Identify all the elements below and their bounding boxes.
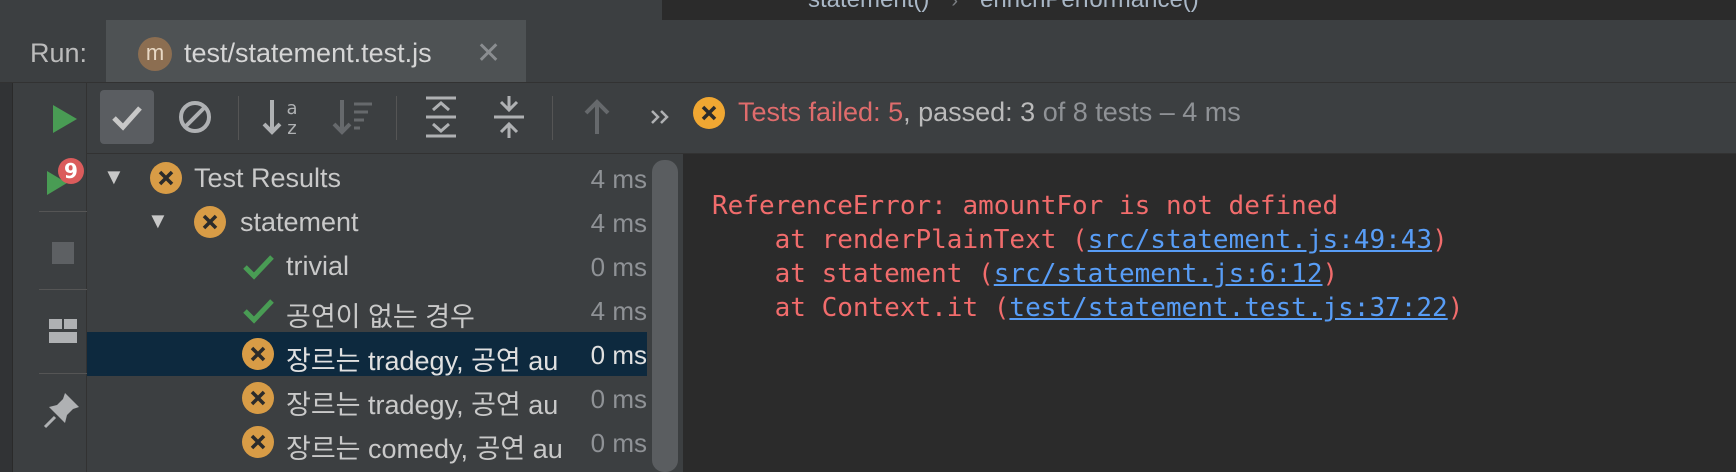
tree-node-test-selected[interactable]: 장르는 tradegy, 공연 au 0 ms <box>87 332 647 376</box>
check-icon <box>241 249 275 283</box>
tree-node-label: 장르는 tradegy, 공연 au <box>286 346 559 376</box>
expand-arrow-icon[interactable]: ▼ <box>147 208 169 234</box>
svg-text:a: a <box>286 98 297 119</box>
test-duration: 0 ms <box>590 428 647 458</box>
failed-icon <box>149 161 183 195</box>
stack-frame: at renderPlainText (src/statement.js:49:… <box>712 225 1448 255</box>
show-passed-icon[interactable] <box>100 90 154 144</box>
breadcrumb-item[interactable]: enrichPerformance() <box>980 0 1199 13</box>
test-duration: 0 ms <box>590 340 647 370</box>
tree-node-test[interactable]: 장르는 tradegy, 공연 au 0 ms <box>87 376 647 420</box>
layout-icon[interactable] <box>43 311 83 351</box>
failed-count: Tests failed: 5 <box>738 97 904 127</box>
tree-node-label: trivial <box>286 251 350 281</box>
chevron-right-icon: › <box>951 0 959 12</box>
run-label: Run: <box>30 38 88 68</box>
source-link[interactable]: test/statement.test.js:37:22 <box>1009 293 1447 323</box>
svg-text:z: z <box>287 118 296 139</box>
tree-node-label: 장르는 comedy, 공연 au <box>286 434 563 464</box>
failed-icon <box>241 425 275 459</box>
breadcrumb-item[interactable]: statement() <box>808 0 929 13</box>
source-link[interactable]: src/statement.js:49:43 <box>1088 225 1432 255</box>
breadcrumb: statement() › enrichPerformance() <box>808 0 1199 14</box>
stop-icon[interactable] <box>43 233 83 273</box>
total-count: of 8 tests – 4 ms <box>1035 97 1241 127</box>
expand-all-icon[interactable] <box>414 90 468 144</box>
run-side-toolbar: 9 <box>13 83 87 472</box>
show-ignored-icon[interactable] <box>168 90 222 144</box>
test-duration: 0 ms <box>590 384 647 414</box>
mocha-icon: m <box>138 37 172 71</box>
tree-node-label: Test Results <box>194 163 342 193</box>
passed-count: , passed: 3 <box>903 97 1036 127</box>
stack-frame: at statement (src/statement.js:6:12) <box>712 259 1339 289</box>
error-message: ReferenceError: amountFor is not defined <box>712 191 1339 221</box>
more-icon[interactable] <box>634 90 688 144</box>
previous-failed-icon[interactable] <box>570 90 624 144</box>
stack-frame: at Context.it (test/statement.test.js:37… <box>712 293 1464 323</box>
test-summary: Tests failed: 5, passed: 3 of 8 tests – … <box>738 97 1241 128</box>
tree-node-test-results[interactable]: ▼ Test Results 4 ms <box>87 156 647 200</box>
window-edge <box>0 83 13 472</box>
tree-node-test[interactable]: 공연이 없는 경우 4 ms <box>87 288 647 332</box>
tree-node-label: 공연이 없는 경우 <box>286 302 475 332</box>
sort-by-duration-icon[interactable] <box>326 90 380 144</box>
failed-icon <box>241 337 275 371</box>
pin-icon[interactable] <box>43 389 83 429</box>
failed-icon <box>241 381 275 415</box>
test-duration: 0 ms <box>590 252 647 282</box>
failed-status-icon <box>692 96 726 130</box>
expand-arrow-icon[interactable]: ▼ <box>103 164 125 190</box>
rerun-failed-icon[interactable]: 9 <box>43 157 84 197</box>
tab-title: test/statement.test.js <box>184 38 432 68</box>
test-duration: 4 ms <box>590 208 647 238</box>
rerun-icon[interactable] <box>43 99 83 139</box>
svg-text:9: 9 <box>64 159 78 183</box>
tree-node-test[interactable]: trivial 0 ms <box>87 244 647 288</box>
tree-node-label: statement <box>240 207 359 237</box>
test-duration: 4 ms <box>590 296 647 326</box>
source-link[interactable]: src/statement.js:6:12 <box>994 259 1323 289</box>
collapse-all-icon[interactable] <box>482 90 536 144</box>
tree-node-label: 장르는 tradegy, 공연 au <box>286 390 559 420</box>
check-icon <box>241 293 275 327</box>
sort-alphabetically-icon[interactable]: az <box>256 90 310 144</box>
failed-icon <box>193 205 227 239</box>
close-icon[interactable]: ✕ <box>476 36 501 71</box>
test-duration: 4 ms <box>590 164 647 194</box>
tree-node-statement[interactable]: ▼ statement 4 ms <box>87 200 647 244</box>
tree-node-test[interactable]: 장르는 comedy, 공연 au 0 ms <box>87 420 647 464</box>
tree-scrollbar[interactable] <box>652 160 678 472</box>
